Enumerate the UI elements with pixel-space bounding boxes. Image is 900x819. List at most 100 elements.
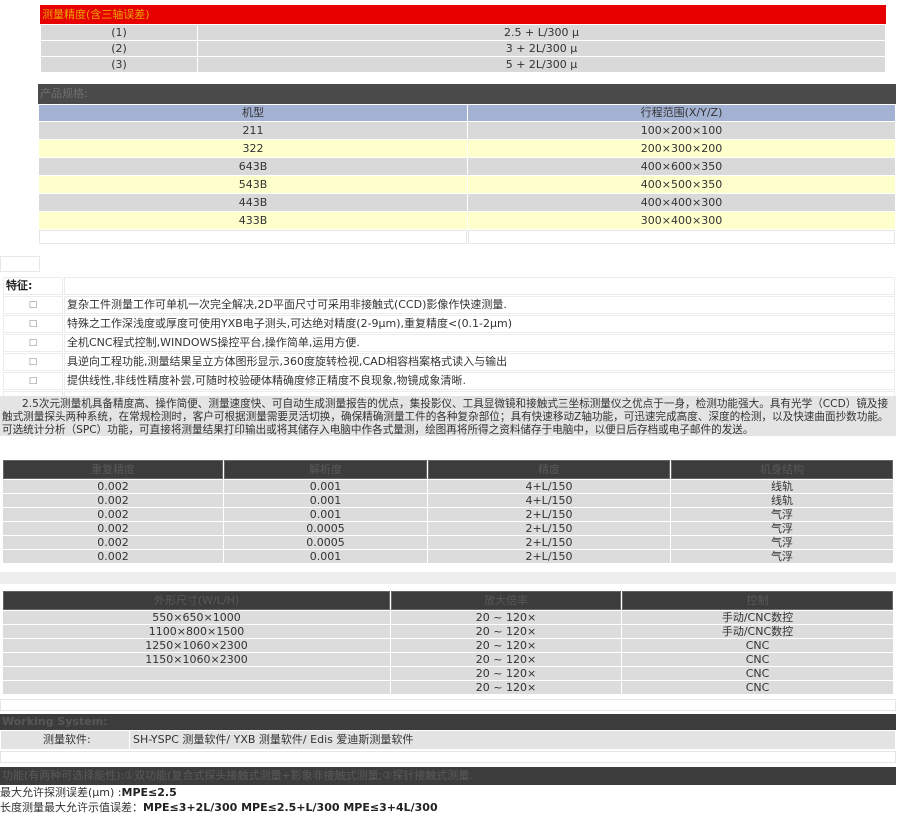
structure-cell: 气浮 [671, 522, 893, 535]
specs-table: 机型 行程范围(X/Y/Z) 211 100×200×100 322 200×3… [38, 104, 896, 245]
working-system-header: Working System: [0, 714, 896, 730]
travel-cell: 400×400×300 [468, 194, 895, 211]
repeatability-cell: 0.002 [3, 536, 223, 549]
table-header-row: 机型 行程范围(X/Y/Z) [39, 105, 895, 121]
table-row: 643B 400×600×350 [39, 158, 895, 175]
table-row: (1) 2.5 + L/300 μ [41, 25, 885, 40]
accuracy-value: 3 + 2L/300 μ [198, 41, 885, 56]
dimension-cell [3, 681, 390, 694]
description-text: 2.5次元测量机具备精度高、操作简便、测量速度快、可自动生成测量报告的优点，集投… [2, 398, 889, 436]
specs-section: 产品规格: 机型 行程范围(X/Y/Z) 211 100×200×100 322… [38, 84, 896, 245]
accuracy-cell: 2+L/150 [428, 508, 670, 521]
column-header-magnification: 放大倍率 [391, 591, 621, 610]
accuracy-value: 2.5 + L/300 μ [198, 25, 885, 40]
bullet-icon: □ [3, 315, 63, 333]
resolution-cell: 0.001 [224, 550, 427, 563]
model-cell: 543B [39, 176, 467, 193]
structure-cell: 线轨 [671, 494, 893, 507]
table-row: 322 200×300×200 [39, 140, 895, 157]
list-item: □ 特殊之工作深浅度或厚度可使用YXB电子测头,可达绝对精度(2-9μm),重复… [3, 315, 895, 333]
feature-text: 复杂工件测量工作可单机一次完全解决,2D平面尺寸可采用非接触式(CCD)影像作快… [64, 296, 895, 314]
resolution-cell: 0.0005 [224, 536, 427, 549]
magnification-cell: 20 ~ 120× [391, 667, 621, 680]
functions-header: 功能(有两种可选择能性):①双功能(复合式探头接触式测量+影象非接触式测量;②探… [0, 767, 896, 785]
control-cell: CNC [622, 681, 893, 694]
accuracy-label: (1) [41, 25, 197, 40]
repeatability-cell: 0.002 [3, 550, 223, 563]
travel-cell: 400×500×350 [468, 176, 895, 193]
table-row: 0.002 0.0005 2+L/150 气浮 [3, 522, 893, 535]
dimension-cell [3, 667, 390, 680]
accuracy-header: 测量精度(含三轴误差) [40, 5, 886, 24]
bullet-icon: □ [3, 372, 63, 390]
accuracy-cell: 2+L/150 [428, 522, 670, 535]
length-error-line: 长度测量最大允许示值误差：MPE≤3+2L/300 MPE≤2.5+L/300 … [0, 800, 896, 815]
column-header-model: 机型 [39, 105, 467, 121]
column-header-control: 控制 [622, 591, 893, 610]
description-paragraph: 2.5次元测量机具备精度高、操作简便、测量速度快、可自动生成测量报告的优点，集投… [0, 396, 896, 436]
accuracy-label: (2) [41, 41, 197, 56]
feature-text: 全机CNC程式控制,WINDOWS操控平台,操作简单,运用方便. [64, 334, 895, 352]
travel-cell: 200×300×200 [468, 140, 895, 157]
empty-cell [39, 230, 467, 244]
bullet-icon: □ [3, 334, 63, 352]
features-section: 特征: □ 复杂工件测量工作可单机一次完全解决,2D平面尺寸可采用非接触式(CC… [2, 276, 896, 410]
model-cell: 433B [39, 212, 467, 229]
control-cell: 手动/CNC数控 [622, 625, 893, 638]
structure-cell: 线轨 [671, 480, 893, 493]
table-row: 20 ~ 120× CNC [3, 681, 893, 694]
table-row: 测量软件: SH-YSPC 测量软件/ YXB 测量软件/ Edis 爱迪斯测量… [1, 731, 895, 749]
empty-cell [468, 230, 895, 244]
table-row: 543B 400×500×350 [39, 176, 895, 193]
table-row: 0.002 0.001 4+L/150 线轨 [3, 494, 893, 507]
control-cell: CNC [622, 653, 893, 666]
list-item: □ 全机CNC程式控制,WINDOWS操控平台,操作简单,运用方便. [3, 334, 895, 352]
resolution-cell: 0.0005 [224, 522, 427, 535]
table-row-empty [39, 230, 895, 244]
feature-text: 特殊之工作深浅度或厚度可使用YXB电子测头,可达绝对精度(2-9μm),重复精度… [64, 315, 895, 333]
table-row: 0.002 0.0005 2+L/150 气浮 [3, 536, 893, 549]
column-header-travel: 行程范围(X/Y/Z) [468, 105, 895, 121]
table-row: (2) 3 + 2L/300 μ [41, 41, 885, 56]
magnification-cell: 20 ~ 120× [391, 653, 621, 666]
repeatability-cell: 0.002 [3, 480, 223, 493]
resolution-cell: 0.001 [224, 480, 427, 493]
features-table: 特征: □ 复杂工件测量工作可单机一次完全解决,2D平面尺寸可采用非接触式(CC… [2, 276, 896, 410]
table-row: 443B 400×400×300 [39, 194, 895, 211]
bullet-icon: □ [3, 353, 63, 371]
accuracy-label: (3) [41, 57, 197, 72]
table-row: 1250×1060×2300 20 ~ 120× CNC [3, 639, 893, 652]
table-header-row: 重复精度 解析度 精度 机身结构 [3, 460, 893, 479]
magnification-cell: 20 ~ 120× [391, 681, 621, 694]
software-value: SH-YSPC 测量软件/ YXB 测量软件/ Edis 爱迪斯测量软件 [130, 731, 895, 749]
repeatability-cell: 0.002 [3, 508, 223, 521]
probing-error-line: 最大允许探测误差(μm) :MPE≤2.5 [0, 785, 896, 800]
accuracy-cell: 2+L/150 [428, 536, 670, 549]
spacer-cell [0, 256, 40, 272]
repeatability-cell: 0.002 [3, 522, 223, 535]
magnification-cell: 20 ~ 120× [391, 611, 621, 624]
table-row: 0.002 0.001 2+L/150 气浮 [3, 508, 893, 521]
table-row: 550×650×1000 20 ~ 120× 手动/CNC数控 [3, 611, 893, 624]
table-row: 211 100×200×100 [39, 122, 895, 139]
performance-section: 重复精度 解析度 精度 机身结构 0.002 0.001 4+L/150 线轨 0.0… [2, 459, 894, 564]
dimensions-table: 外形尺寸(W/L/H) 放大倍率 控制 550×650×1000 20 ~ 120… [2, 590, 894, 695]
features-title-row: 特征: [3, 277, 895, 295]
magnification-cell: 20 ~ 120× [391, 625, 621, 638]
features-title: 特征: [3, 277, 63, 295]
structure-cell: 气浮 [671, 508, 893, 521]
length-error-value: MPE≤3+2L/300 MPE≤2.5+L/300 MPE≤3+4L/300 [143, 801, 438, 814]
list-item: □ 提供线性,非线性精度补尝,可随时校验硬体精确度修正精度不良现象,物镜成象清晰… [3, 372, 895, 390]
dimension-cell: 1150×1060×2300 [3, 653, 390, 666]
magnification-cell: 20 ~ 120× [391, 639, 621, 652]
working-system-section: Working System: 测量软件: SH-YSPC 测量软件/ YXB … [0, 714, 896, 750]
dimension-cell: 1100×800×1500 [3, 625, 390, 638]
divider [0, 572, 896, 584]
control-cell: CNC [622, 667, 893, 680]
feature-text: 提供线性,非线性精度补尝,可随时校验硬体精确度修正精度不良现象,物镜成象清晰. [64, 372, 895, 390]
specs-header: 产品规格: [38, 84, 896, 104]
length-error-label: 长度测量最大允许示值误差： [0, 801, 143, 814]
travel-cell: 400×600×350 [468, 158, 895, 175]
model-cell: 643B [39, 158, 467, 175]
dimension-cell: 550×650×1000 [3, 611, 390, 624]
